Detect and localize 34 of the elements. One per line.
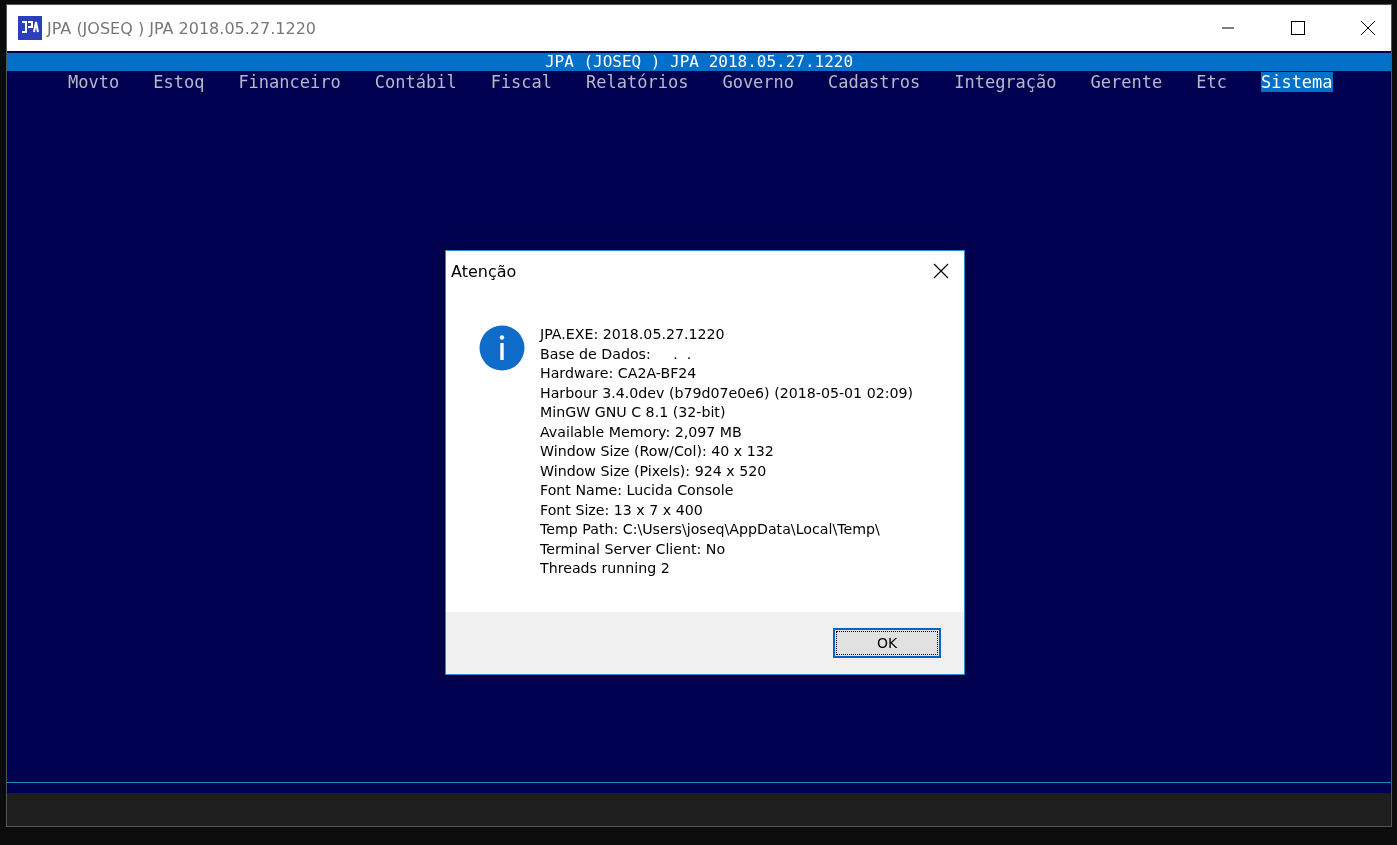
close-icon <box>1360 20 1376 36</box>
menu-item[interactable]: Financeiro <box>238 72 341 92</box>
info-line: Font Name: Lucida Console <box>540 481 735 500</box>
maximize-icon <box>1291 21 1305 35</box>
console-header: JPA (JOSEQ ) JPA 2018.05.27.1220 <box>544 53 854 71</box>
info-line: JPA.EXE: 2018.05.27.1220 <box>540 325 726 344</box>
menu-item[interactable]: Contábil <box>374 72 457 92</box>
window-title: JPA (JOSEQ ) JPA 2018.05.27.1220 <box>47 18 316 38</box>
close-icon <box>933 263 949 279</box>
menu-item[interactable]: Etc <box>1196 72 1227 92</box>
info-line: Hardware: CA2A-BF24 <box>540 364 698 383</box>
info-line: Base de Dados: . . <box>540 344 693 364</box>
info-line: Font Size: 13 x 7 x 400 <box>540 500 704 520</box>
menu-item[interactable]: Sistema <box>1260 72 1333 92</box>
app-icon <box>18 16 42 40</box>
info-line: Threads running 2 <box>540 559 671 578</box>
info-line: Available Memory: 2,097 MB <box>540 422 743 442</box>
info-line: Terminal Server Client: No <box>540 539 727 559</box>
menu-item[interactable]: Relatórios <box>586 72 689 92</box>
ok-button[interactable]: OK <box>833 628 941 658</box>
info-line: Temp Path: C:\Users\joseq\AppData\Local\Temp\ <box>540 520 881 539</box>
menu-item[interactable]: Gerente <box>1090 72 1163 92</box>
menu-item[interactable]: Governo <box>722 72 795 92</box>
dialog-title: Atenção <box>451 261 517 281</box>
info-line: Window Size (Pixels): 924 x 520 <box>540 461 768 481</box>
menu-item[interactable]: Cadastros <box>828 72 921 92</box>
info-line: Harbour 3.4.0dev (b79d07e0e6) (2018-05-01 02:09) <box>540 383 914 403</box>
menu-item[interactable]: Fiscal <box>490 72 553 92</box>
menu-item[interactable]: Estoq <box>153 72 205 92</box>
info-line: Window Size (Row/Col): 40 x 132 <box>540 442 775 461</box>
info-line: MinGW GNU C 8.1 (32-bit) <box>540 403 727 422</box>
menu-item[interactable]: Integração <box>954 72 1057 92</box>
menu-item[interactable]: Movto <box>68 72 120 92</box>
info-icon <box>479 325 525 371</box>
